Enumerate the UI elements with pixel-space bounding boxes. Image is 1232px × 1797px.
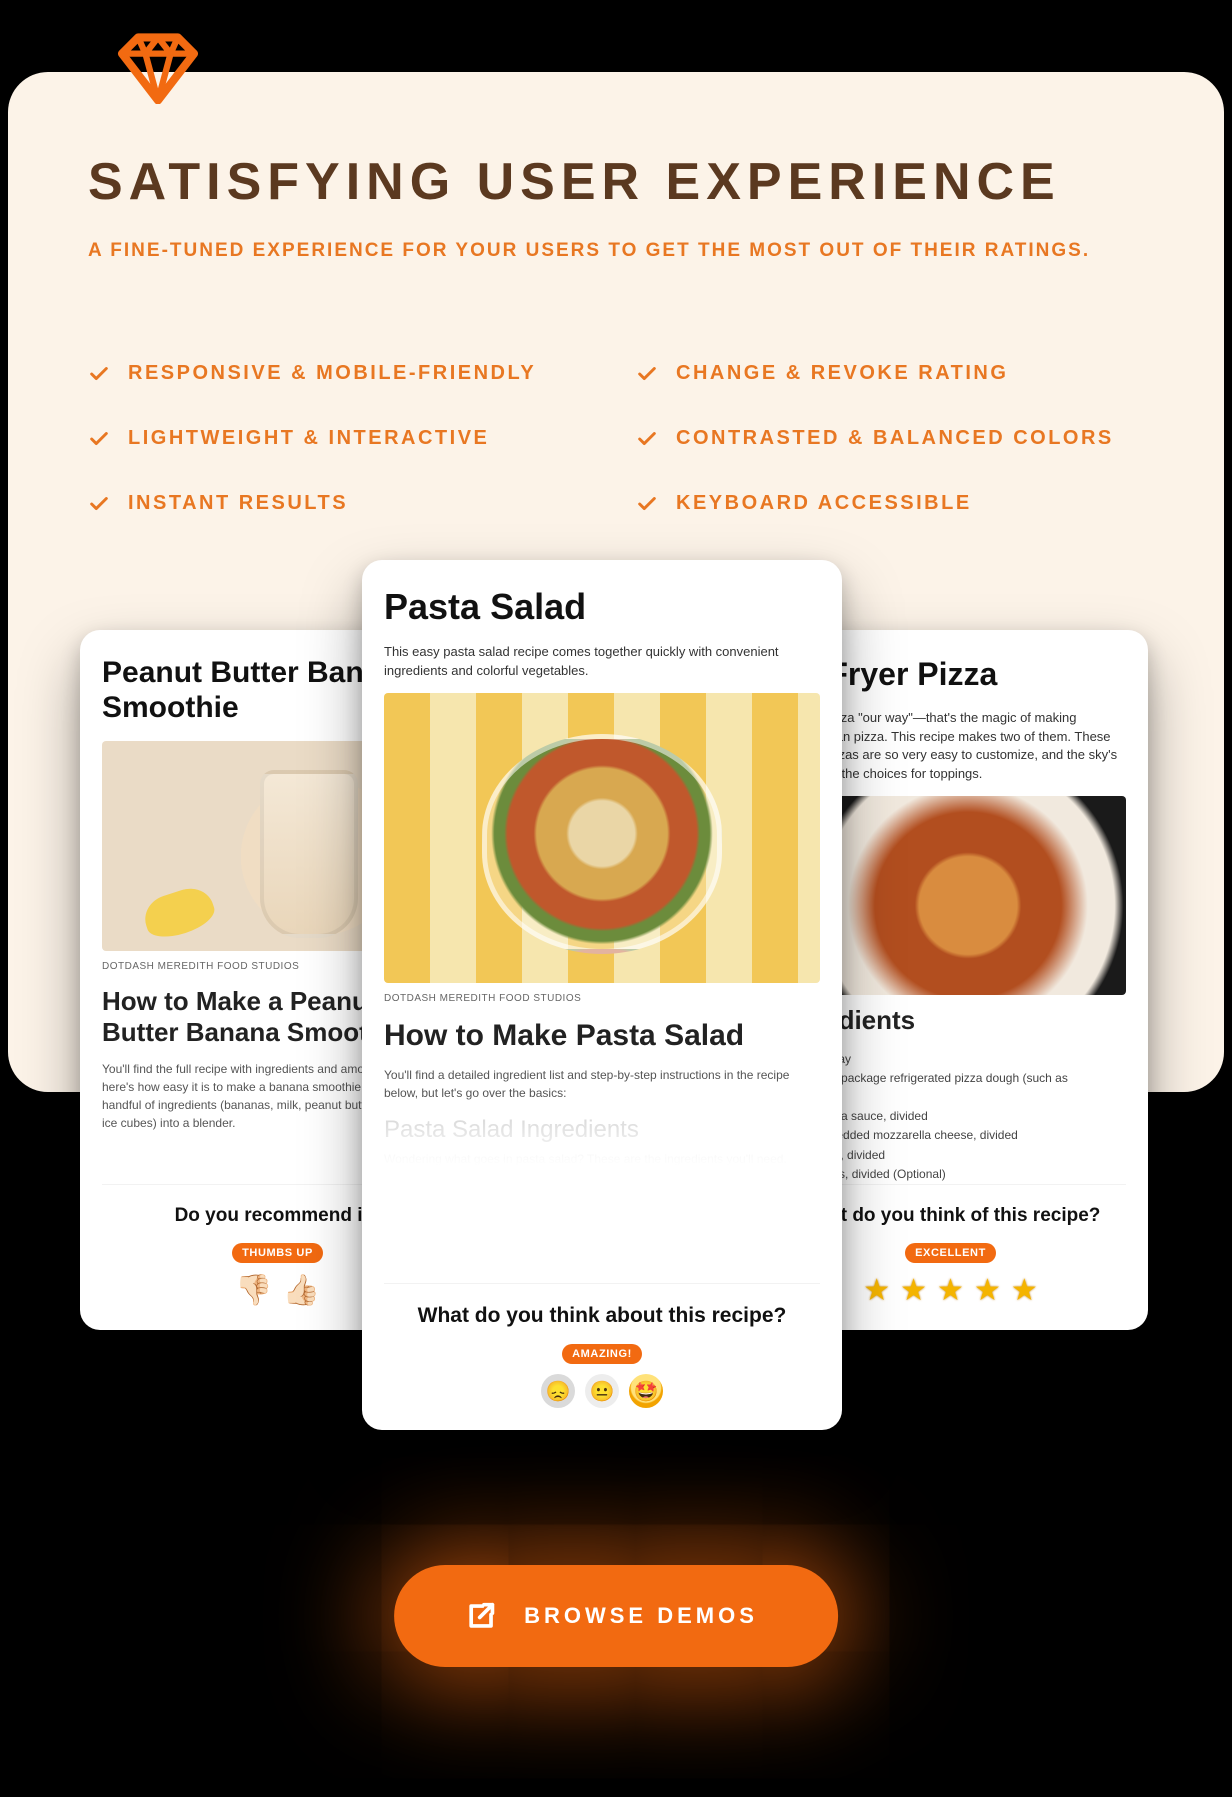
ingredients-heading: Pasta Salad Ingredients [384, 1116, 820, 1144]
preview-body: You'll find a detailed ingredient list a… [384, 1066, 820, 1102]
feature-label: INSTANT RESULTS [128, 492, 348, 515]
previews-stage: Peanut Butter Banana Smoothie DOTDASH ME… [0, 560, 1232, 1440]
star-icon[interactable]: ★ [974, 1273, 1001, 1308]
browse-demos-button[interactable]: BROWSE DEMOS [394, 1565, 838, 1667]
check-icon [88, 428, 110, 450]
check-icon [636, 493, 658, 515]
howto-heading: How to Make Pasta Salad [384, 1018, 820, 1054]
feature-label: CONTRASTED & BALANCED COLORS [676, 427, 1114, 450]
emoji-amazing-icon[interactable]: 🤩 [629, 1374, 663, 1408]
thumbs-up-icon[interactable]: 👍🏻 [283, 1273, 320, 1308]
check-icon [636, 428, 658, 450]
preview-subtitle: This easy pasta salad recipe comes toget… [384, 643, 820, 681]
check-icon [636, 363, 658, 385]
feature-label: RESPONSIVE & MOBILE-FRIENDLY [128, 362, 536, 385]
star-icon[interactable]: ★ [900, 1273, 927, 1308]
star-icon[interactable]: ★ [937, 1273, 964, 1308]
faded-text: Wondering what goes in pasta salad? Thes… [384, 1152, 820, 1166]
rating-question: What do you think about this recipe? [384, 1304, 820, 1328]
feature-item: RESPONSIVE & MOBILE-FRIENDLY [88, 362, 596, 385]
cta-label: BROWSE DEMOS [524, 1603, 758, 1629]
thumbs-down-icon[interactable]: 👎🏻 [235, 1273, 272, 1308]
image-credit: DOTDASH MEREDITH FOOD STUDIOS [384, 993, 820, 1004]
hero-heading: SATISFYING USER EXPERIENCE [88, 152, 1144, 212]
feature-label: KEYBOARD ACCESSIBLE [676, 492, 972, 515]
rating-block: What do you think about this recipe? AMA… [384, 1283, 820, 1408]
external-link-icon [464, 1599, 498, 1633]
feature-item: LIGHTWEIGHT & INTERACTIVE [88, 427, 596, 450]
feature-label: LIGHTWEIGHT & INTERACTIVE [128, 427, 489, 450]
rating-badge: THUMBS UP [232, 1243, 323, 1263]
feature-item: INSTANT RESULTS [88, 492, 596, 515]
preview-image [384, 693, 820, 983]
rating-badge: AMAZING! [562, 1344, 642, 1364]
preview-title: Pasta Salad [384, 586, 820, 627]
rating-badge: EXCELLENT [905, 1243, 996, 1263]
feature-item: CONTRASTED & BALANCED COLORS [636, 427, 1144, 450]
feature-label: CHANGE & REVOKE RATING [676, 362, 1008, 385]
star-icon[interactable]: ★ [863, 1273, 890, 1308]
feature-item: KEYBOARD ACCESSIBLE [636, 492, 1144, 515]
feature-grid: RESPONSIVE & MOBILE-FRIENDLY CHANGE & RE… [88, 362, 1144, 515]
emoji-sad-icon[interactable]: 😞 [541, 1374, 575, 1408]
emoji-neutral-icon[interactable]: 😐 [585, 1374, 619, 1408]
preview-card-pasta: Pasta Salad This easy pasta salad recipe… [362, 560, 842, 1430]
emoji-row: 😞 😐 🤩 [384, 1374, 820, 1408]
check-icon [88, 363, 110, 385]
check-icon [88, 493, 110, 515]
feature-item: CHANGE & REVOKE RATING [636, 362, 1144, 385]
hero-subheading: A FINE-TUNED EXPERIENCE FOR YOUR USERS T… [88, 240, 1144, 262]
sketch-diamond-logo [113, 32, 203, 104]
star-icon[interactable]: ★ [1011, 1273, 1038, 1308]
